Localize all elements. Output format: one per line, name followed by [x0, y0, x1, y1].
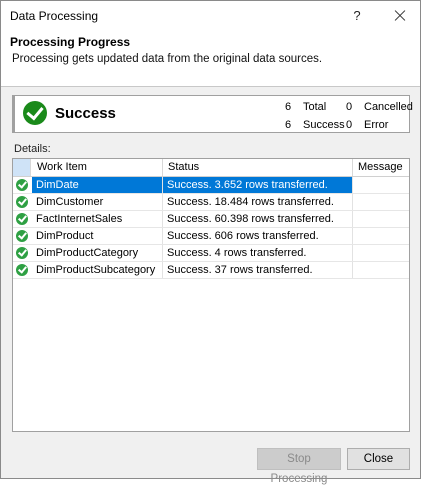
window-title: Data Processing	[10, 9, 99, 23]
table-row[interactable]: FactInternetSales Success. 60.398 rows t…	[13, 211, 409, 228]
total-label: Total	[303, 101, 327, 113]
work-item-cell: DimProductCategory	[32, 245, 163, 261]
header-subtitle: Processing gets updated data from the or…	[12, 53, 323, 65]
table-row[interactable]: DimProductSubcategory Success. 37 rows t…	[13, 262, 409, 279]
success-label: Success	[303, 119, 345, 131]
status-cell: Success. 37 rows transferred.	[163, 262, 353, 278]
success-check-icon	[16, 196, 28, 208]
error-label: Error	[364, 119, 389, 131]
title-bar: Data Processing ?	[1, 1, 420, 31]
success-check-icon	[23, 101, 47, 125]
table-row[interactable]: DimProductCategory Success. 4 rows trans…	[13, 245, 409, 262]
success-check-icon	[16, 213, 28, 225]
message-cell	[353, 228, 409, 244]
header-title: Processing Progress	[10, 35, 131, 49]
close-window-icon[interactable]	[385, 1, 415, 31]
help-button[interactable]: ?	[342, 1, 372, 31]
message-cell	[353, 245, 409, 261]
column-header-status[interactable]: Status	[163, 159, 353, 176]
column-header-work-item[interactable]: Work Item	[32, 159, 163, 176]
data-processing-dialog: Data Processing ? Processing Progress Pr…	[0, 0, 421, 485]
message-cell	[353, 194, 409, 210]
message-cell	[353, 262, 409, 278]
success-check-icon	[16, 247, 28, 259]
status-cell: Success. 60.398 rows transferred.	[163, 211, 353, 227]
work-item-cell: DimDate	[32, 177, 163, 193]
status-panel: Success 6 Total 0 Cancelled 6 Success 0 …	[12, 95, 413, 133]
close-button[interactable]: Close	[347, 448, 410, 470]
success-check-icon	[16, 179, 28, 191]
success-check-icon	[16, 264, 28, 276]
status-cell: Success. 3.652 rows transferred.	[163, 177, 353, 193]
status-cell: Success. 4 rows transferred.	[163, 245, 353, 261]
details-grid[interactable]: Work Item Status Message DimDate Success…	[12, 158, 410, 432]
work-item-cell: FactInternetSales	[32, 211, 163, 227]
work-item-cell: DimCustomer	[32, 194, 163, 210]
success-count: 6	[285, 119, 292, 131]
details-label: Details:	[14, 143, 51, 155]
status-cell: Success. 606 rows transferred.	[163, 228, 353, 244]
work-item-cell: DimProduct	[32, 228, 163, 244]
work-item-cell: DimProductSubcategory	[32, 262, 163, 278]
table-row[interactable]: DimCustomer Success. 18.484 rows transfe…	[13, 194, 409, 211]
success-check-icon	[16, 230, 28, 242]
table-row[interactable]: DimDate Success. 3.652 rows transferred.	[13, 177, 409, 194]
cancelled-label: Cancelled	[364, 101, 413, 113]
grid-header: Work Item Status Message	[13, 159, 409, 177]
total-count: 6	[285, 101, 292, 113]
status-cell: Success. 18.484 rows transferred.	[163, 194, 353, 210]
stop-processing-button[interactable]: Stop Processing	[257, 448, 341, 485]
table-row[interactable]: DimProduct Success. 606 rows transferred…	[13, 228, 409, 245]
status-label: Success	[55, 105, 116, 122]
error-count: 0	[346, 119, 353, 131]
message-cell	[353, 211, 409, 227]
column-header-message[interactable]: Message	[353, 159, 409, 176]
message-cell	[353, 177, 409, 193]
header-panel: Processing Progress Processing gets upda…	[1, 31, 420, 87]
cancelled-count: 0	[346, 101, 353, 113]
grid-corner[interactable]	[13, 159, 31, 176]
